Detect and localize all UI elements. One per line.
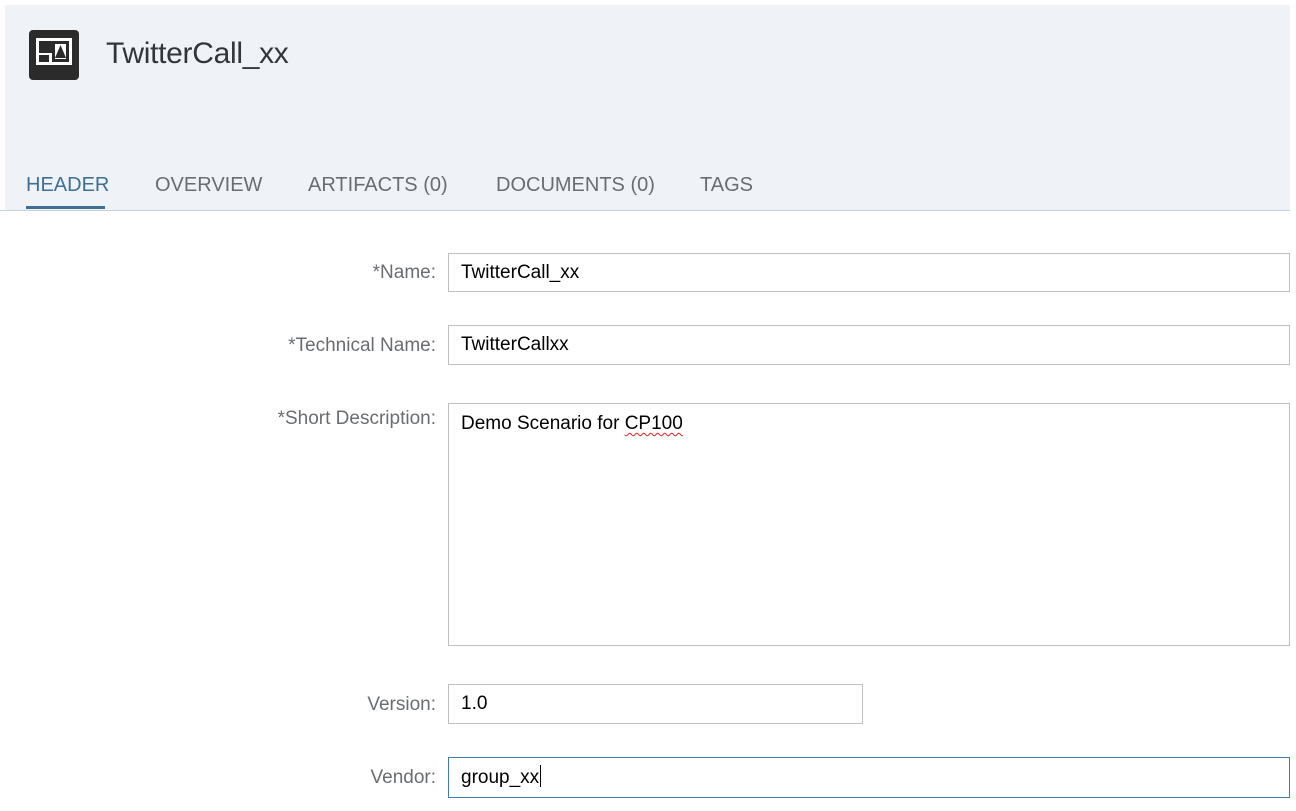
spellcheck-flagged-word: CP100 xyxy=(624,413,683,434)
version-input[interactable] xyxy=(448,684,863,724)
vendor-input[interactable]: group_xx xyxy=(448,757,1290,798)
version-label: Version: xyxy=(367,694,436,715)
technical-name-label: *Technical Name: xyxy=(288,335,436,356)
name-input[interactable] xyxy=(448,253,1290,292)
tab-tags[interactable]: TAGS xyxy=(700,174,753,197)
short-description-label: *Short Description: xyxy=(277,408,436,429)
tab-header[interactable]: HEADER xyxy=(26,174,109,197)
vendor-label: Vendor: xyxy=(370,767,437,788)
name-label: *Name: xyxy=(372,262,436,283)
short-description-textarea[interactable]: Demo Scenario for CP100 xyxy=(448,403,1290,646)
package-icon xyxy=(28,29,80,81)
tab-overview[interactable]: OVERVIEW xyxy=(155,174,262,197)
tab-artifacts[interactable]: ARTIFACTS (0) xyxy=(308,174,448,197)
text-caret xyxy=(540,765,542,787)
active-tab-indicator xyxy=(26,206,105,209)
short-description-text: Demo Scenario for xyxy=(461,413,625,434)
page-title: TwitterCall_xx xyxy=(106,37,289,70)
tab-documents[interactable]: DOCUMENTS (0) xyxy=(496,174,655,197)
vendor-value: group_xx xyxy=(461,767,540,788)
tab-bar: HEADER OVERVIEW ARTIFACTS (0) DOCUMENTS … xyxy=(0,170,1290,211)
technical-name-input[interactable] xyxy=(448,325,1290,365)
